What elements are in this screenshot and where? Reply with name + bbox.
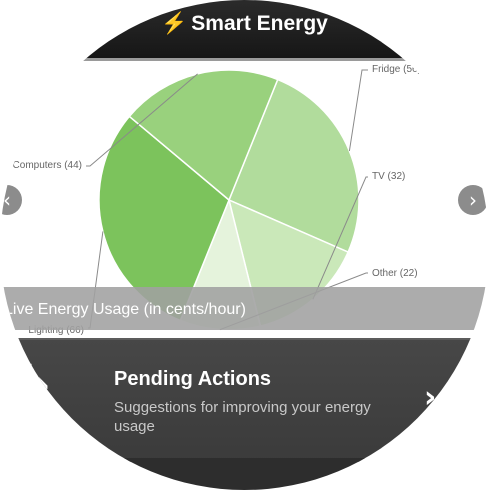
chevron-left-icon: ‹ — [3, 188, 11, 212]
actions-icon: ↳ — [18, 356, 55, 407]
chevron-right-icon[interactable]: › — [424, 380, 436, 415]
chevron-right-icon: › — [469, 188, 477, 212]
pie-leader-fridge — [348, 69, 368, 151]
pending-actions-subtitle: Suggestions for improving your energy us… — [114, 399, 371, 435]
bottom-bar — [0, 458, 489, 490]
pie-label-fridge: Fridge (56) — [372, 64, 421, 75]
pie-label-tv: TV (32) — [372, 171, 405, 182]
pending-actions-title: Pending Actions — [114, 368, 272, 390]
watch-face: ⚡ Smart Energy Fridge (56) TV (32) Other (2… — [0, 0, 489, 490]
chart-title: Live Energy Usage (in cents/hour) — [4, 301, 246, 318]
pie-label-other: Other (22) — [372, 268, 418, 279]
pie-label-computers: Computers (44) — [13, 160, 82, 171]
next-button[interactable]: › — [458, 185, 488, 215]
